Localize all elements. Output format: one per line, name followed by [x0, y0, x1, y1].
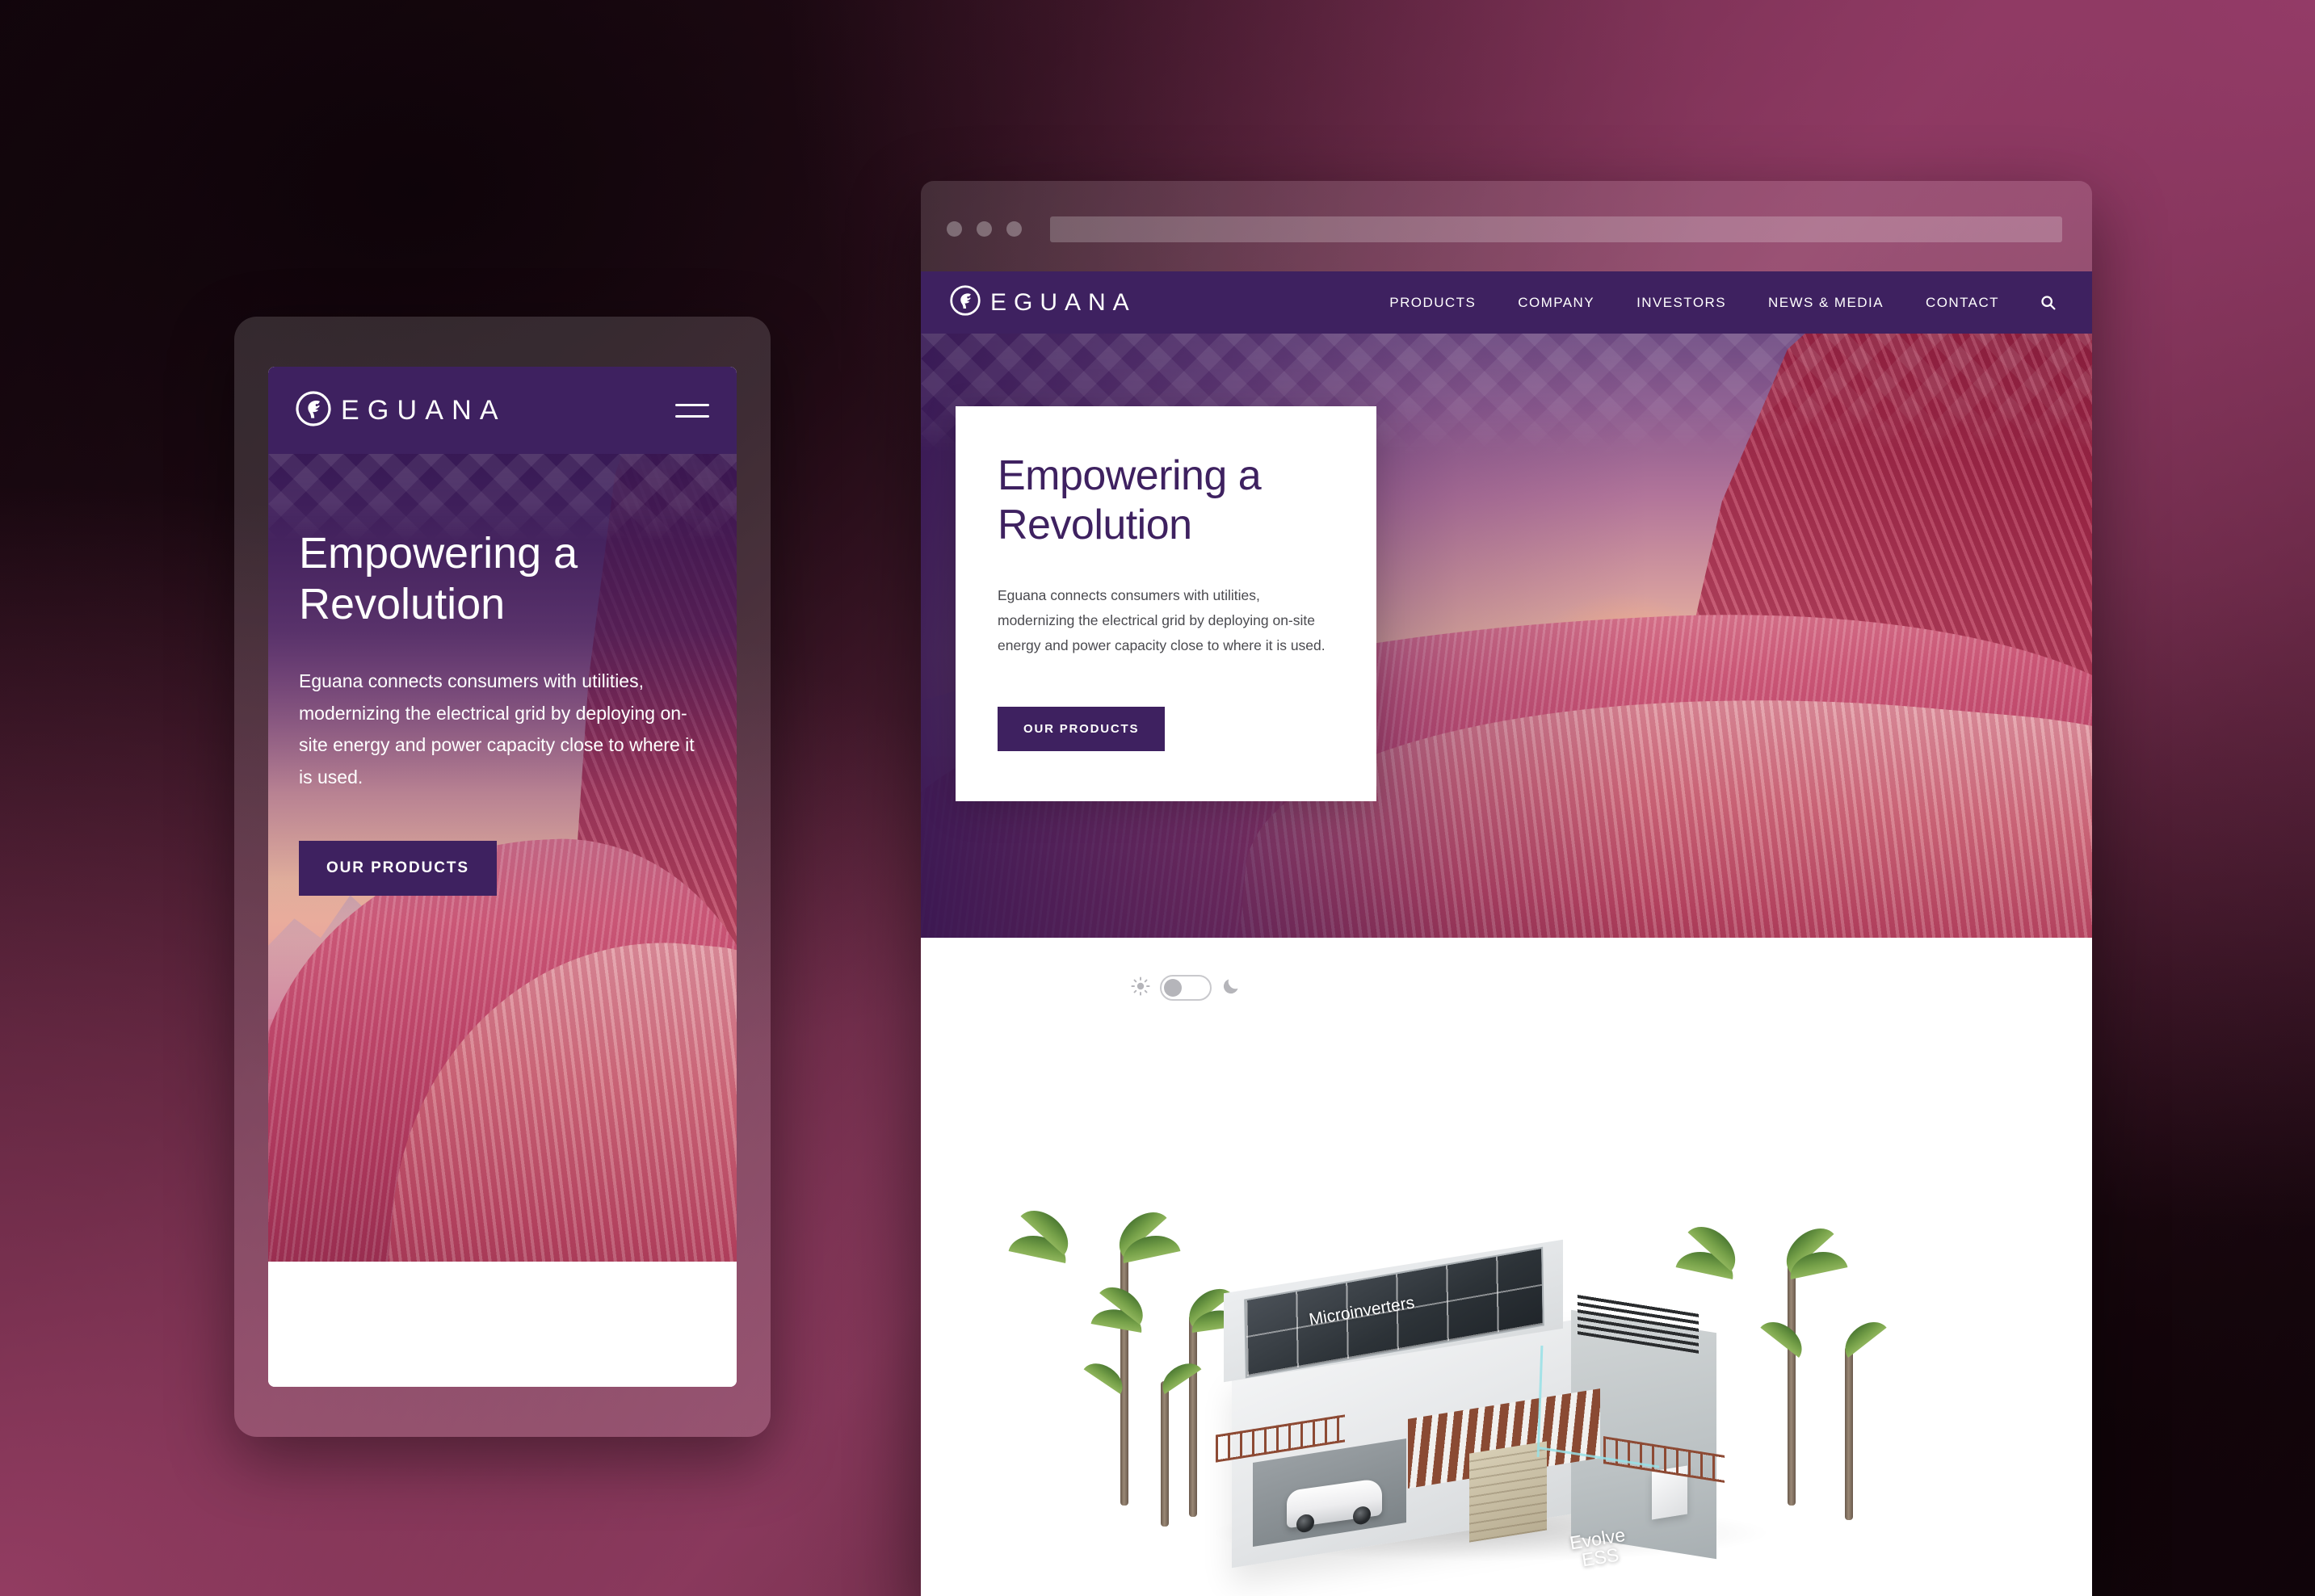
mobile-site-nav: EGUANA — [268, 367, 737, 454]
browser-viewport: EGUANA PRODUCTS COMPANY INVESTORS NEWS &… — [921, 271, 2092, 1596]
hamburger-bar — [675, 414, 709, 418]
desktop-hero-section: Empowering a Revolution Eguana connects … — [921, 334, 2092, 938]
nav-link-news-media[interactable]: NEWS & MEDIA — [1747, 295, 1905, 311]
maximize-dot-icon[interactable] — [1006, 221, 1022, 237]
moon-icon — [1221, 976, 1241, 1000]
desktop-brand-wordmark: EGUANA — [990, 288, 1136, 316]
mobile-hero-body: Eguana connects consumers with utilities… — [299, 670, 695, 788]
mobile-hero-title: Empowering a Revolution — [299, 529, 578, 629]
desktop-house-illustration: Microinverters Evolve ESS — [1008, 1029, 1926, 1594]
desktop-day-night-switch[interactable] — [1160, 975, 1212, 1001]
mobile-hero-content: Empowering a Revolution Eguana connects … — [299, 528, 712, 896]
browser-mockup-window: EGUANA PRODUCTS COMPANY INVESTORS NEWS &… — [921, 181, 2092, 1596]
palm-tree — [1083, 1356, 1202, 1527]
palm-tree — [1090, 1278, 1243, 1517]
browser-chrome — [921, 181, 2092, 271]
desktop-hero-body: Eguana connects consumers with utilities… — [998, 586, 1326, 653]
sun-icon — [1131, 976, 1150, 1000]
desktop-hero-card: Empowering a Revolution Eguana connects … — [956, 406, 1376, 802]
desktop-product-section: Microinverters Evolve ESS — [921, 938, 2092, 1596]
mobile-brand-wordmark: EGUANA — [341, 394, 506, 426]
nav-link-products[interactable]: PRODUCTS — [1368, 295, 1497, 311]
evolve-ess-label: Evolve ESS — [1569, 1524, 1629, 1571]
palm-tree — [1760, 1313, 1887, 1520]
close-dot-icon[interactable] — [947, 221, 962, 237]
nav-link-contact[interactable]: CONTACT — [1905, 295, 2020, 311]
phone-mockup-frame: EGUANA Empowering a Revolution Eguana co… — [234, 317, 771, 1437]
mobile-product-section: Microinverters — [268, 1262, 737, 1387]
mobile-our-products-button[interactable]: OUR PRODUCTS — [299, 840, 497, 896]
stone-wall — [1469, 1441, 1547, 1543]
browser-traffic-lights — [947, 221, 1022, 237]
mobile-hero-section: Empowering a Revolution Eguana connects … — [268, 454, 737, 1262]
phone-screen: EGUANA Empowering a Revolution Eguana co… — [268, 367, 737, 1387]
browser-address-bar[interactable] — [1050, 216, 2062, 242]
eguana-iguana-logo-icon — [950, 285, 981, 320]
mobile-brand-logo[interactable]: EGUANA — [296, 390, 506, 430]
mobile-menu-button[interactable] — [675, 403, 709, 418]
search-icon[interactable] — [2020, 294, 2092, 311]
toggle-knob — [1164, 979, 1182, 997]
nav-link-investors[interactable]: INVESTORS — [1615, 295, 1747, 311]
desktop-site-nav: EGUANA PRODUCTS COMPANY INVESTORS NEWS &… — [921, 271, 2092, 334]
desktop-nav-links: PRODUCTS COMPANY INVESTORS NEWS & MEDIA … — [1368, 294, 2092, 311]
nav-link-company[interactable]: COMPANY — [1497, 295, 1615, 311]
evolve-label-line2: ESS — [1580, 1544, 1621, 1571]
desktop-brand-logo[interactable]: EGUANA — [950, 285, 1136, 320]
palm-tree — [1675, 1216, 1848, 1506]
desktop-day-night-toggle-group — [1131, 975, 1241, 1001]
page-backdrop: EGUANA Empowering a Revolution Eguana co… — [0, 0, 2315, 1596]
minimize-dot-icon[interactable] — [977, 221, 992, 237]
hamburger-bar — [675, 403, 709, 406]
desktop-our-products-button[interactable]: OUR PRODUCTS — [998, 707, 1166, 752]
desktop-hero-title: Empowering a Revolution — [998, 452, 1262, 549]
palm-tree — [1008, 1200, 1181, 1506]
eguana-iguana-logo-icon — [296, 390, 331, 430]
